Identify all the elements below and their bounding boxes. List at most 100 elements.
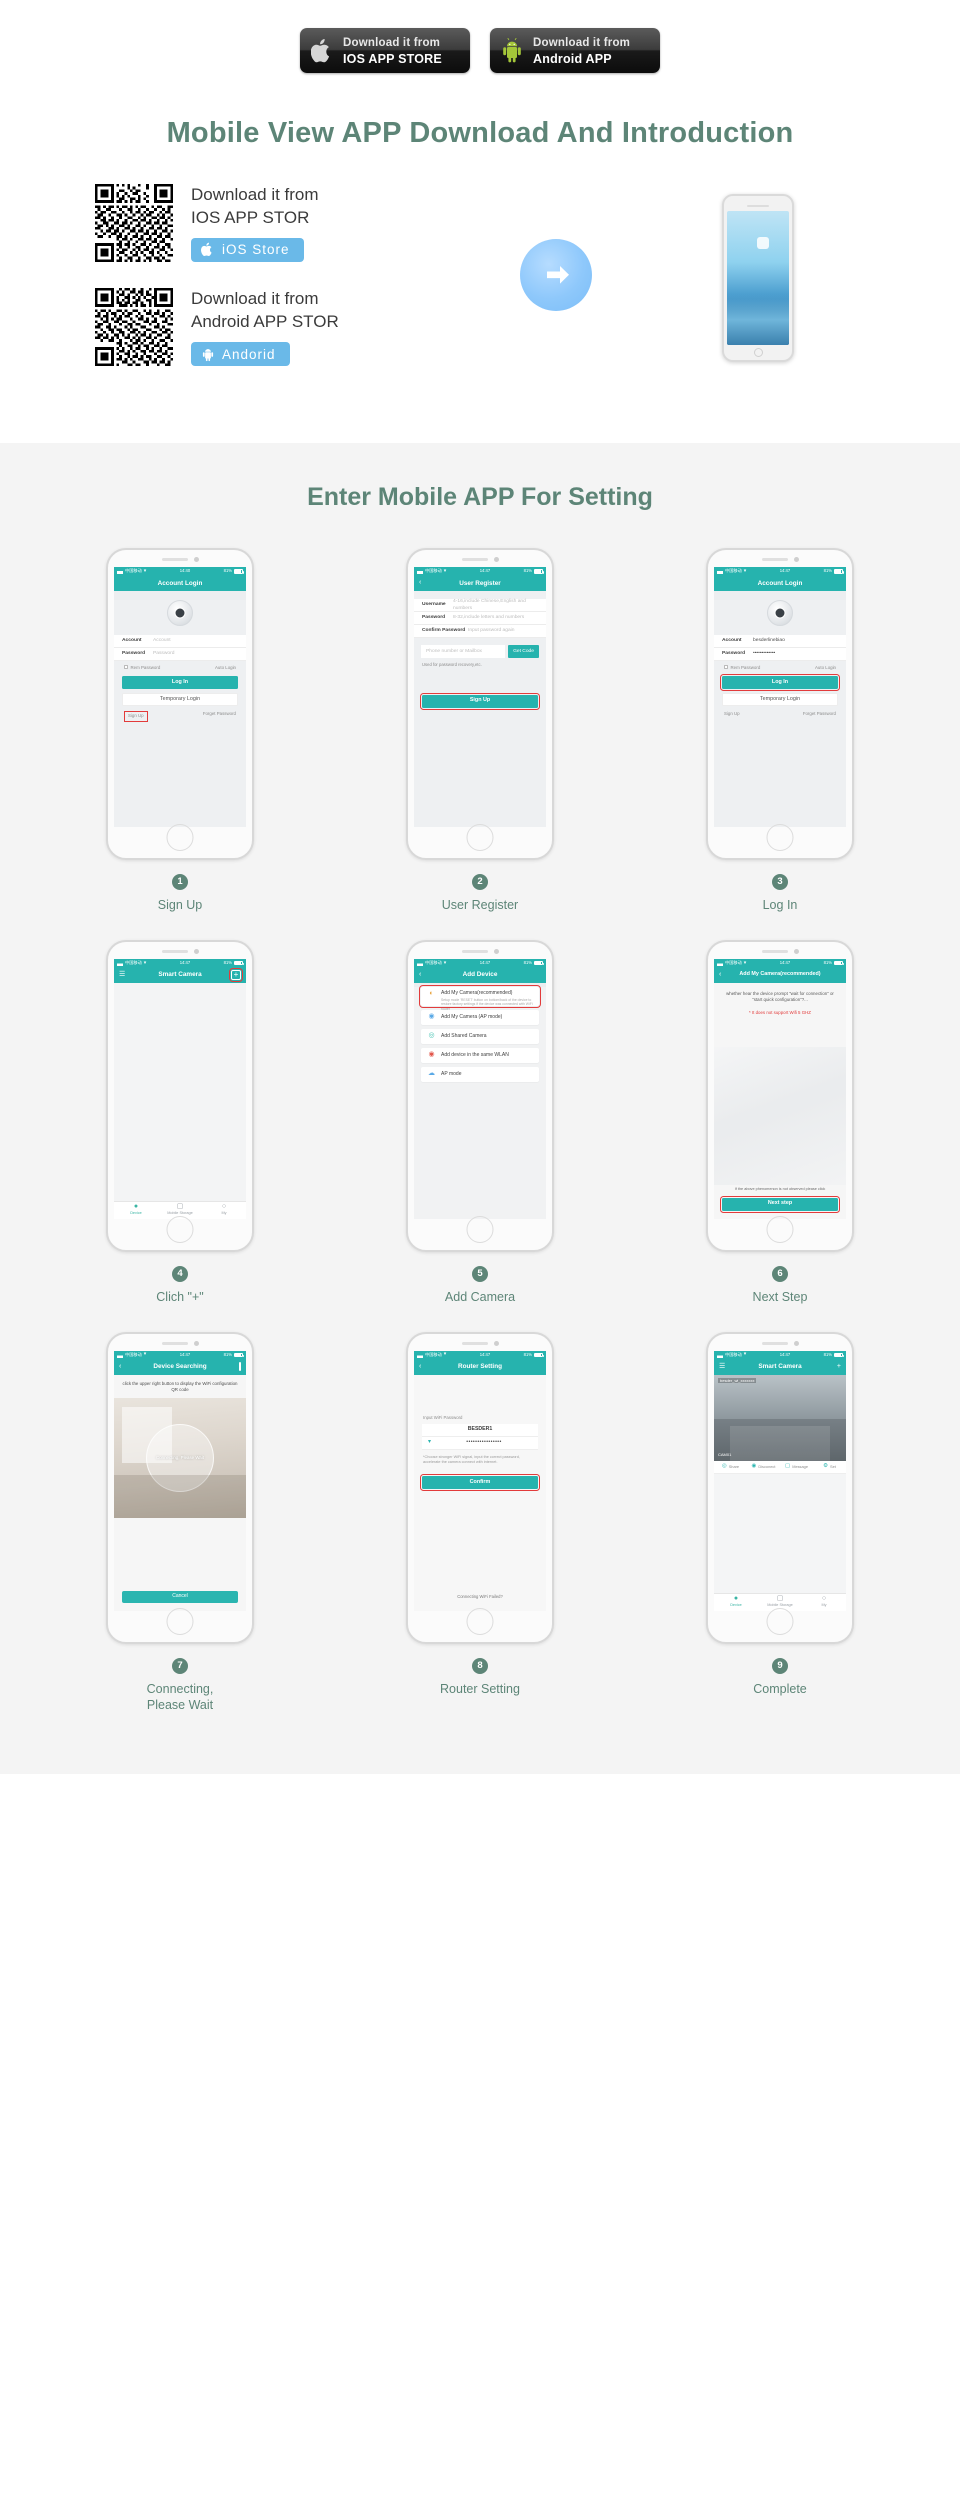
location-icon: ● [733,1595,739,1603]
action-set[interactable]: ⚙ Set [813,1461,846,1473]
ssid-value[interactable]: BESDER1 [422,1423,538,1437]
camera-icon [493,1340,499,1346]
username-field-row[interactable]: Username 4-16,include Chinese,English an… [414,599,546,612]
account-field-row[interactable]: Account Account [114,635,246,648]
home-button[interactable] [466,1607,494,1635]
back-icon[interactable]: ‹ [419,578,421,588]
auto-login-label[interactable]: Auto Login [215,665,236,671]
home-button[interactable] [466,1215,494,1243]
phone-top-hardware [408,556,552,562]
back-icon[interactable]: ‹ [719,970,721,980]
get-code-button[interactable]: Get Code [508,644,539,658]
step-cell-1: 中国移动 ▾ 14:40 81% Account Login Account A… [55,547,305,914]
ios-app-store-badge[interactable]: Download it from IOS APP STORE [300,28,470,73]
tab-my[interactable]: ○ My [802,1594,846,1611]
status-time: 14:47 [479,1351,491,1357]
wifi-band-warning: * It does not support Wifi 5 GHZ [749,1009,811,1015]
phone-mailbox-input[interactable]: Phone number or Mailbox [421,644,506,658]
password-input[interactable]: 8-32,include letters and numbers [453,614,538,621]
status-bar: 中国移动 ▾ 14:47 81% [714,566,846,576]
screen-body-6: whether hear the device prompt "wait for… [714,982,846,1219]
action-share[interactable]: ◎ Share [714,1461,747,1473]
home-button[interactable] [766,1215,794,1243]
account-input[interactable]: besderlinebiao [753,637,838,644]
confirm-button[interactable]: Confirm [420,1474,540,1492]
signal-icon [117,568,123,574]
password-field-row[interactable]: Password ••••••••••••• [714,648,846,661]
password-input[interactable]: Password [153,650,238,657]
tab-device[interactable]: ● Device [114,1202,158,1219]
action-message[interactable]: ▢ Message [780,1461,813,1473]
step-number-9: 9 [772,1657,788,1674]
wifi-hint: *Choose stronger WiFi signal, input the … [423,1454,520,1465]
temporary-login-button-3[interactable]: Temporary Login [722,693,838,707]
battery-percent: 81% [223,960,232,966]
forget-password-link[interactable]: Forget Password [203,711,236,721]
login-button-3[interactable]: Log In [720,674,840,692]
add-my-camera-label: Add My Camera(recommended) [441,989,513,996]
speaker-icon [161,557,188,561]
wifi-password-input[interactable]: •••••••••••••••• [436,1439,532,1447]
back-icon[interactable]: ‹ [419,970,421,980]
home-button[interactable] [166,1607,194,1635]
confirm-password-field-row[interactable]: Confirm Password Input password again [414,625,546,638]
action-disconnect[interactable]: ◉ Disconect [747,1461,780,1473]
account-field-row[interactable]: Account besderlinebiao [714,635,846,648]
signup-button[interactable]: Sign Up [420,692,540,710]
step-caption-7: Connecting, Please Wait [146,1681,214,1713]
remember-password-label: Rem Password [130,664,161,670]
battery-icon [234,960,244,966]
remember-password-checkbox[interactable]: Rem Password [724,665,760,671]
home-button[interactable] [166,1215,194,1243]
username-input[interactable]: 4-16,include Chinese,English and numbers [453,598,538,612]
forget-password-link[interactable]: Forget Password [803,711,836,717]
menu-icon[interactable]: ☰ [719,1362,725,1372]
ap-mode-row[interactable]: ☁ AP mode [421,1066,539,1082]
speaker-icon [761,949,788,953]
add-device-same-wlan-row[interactable]: ◉ Add device in the same WLAN [421,1047,539,1063]
nav-bar-2: ‹ User Register [414,575,546,591]
password-field-row[interactable]: Password 8-32,include letters and number… [414,612,546,625]
ap-mode-icon: ☁ [428,1070,435,1078]
remember-password-checkbox[interactable]: Rem Password [124,665,160,671]
plus-icon[interactable]: + [229,968,243,983]
phone-mockup-6: 中国移动 ▾ 14:47 81% ‹ Add My Camera(recommen… [706,939,854,1252]
tab-device[interactable]: ● Device [714,1594,758,1611]
qr-icon[interactable] [239,1361,241,1371]
camera-live-preview[interactable]: besder_wi_xxxxxxx CAM01 [714,1374,846,1461]
android-app-badge[interactable]: Download it from Android APP [490,28,660,73]
back-icon[interactable]: ‹ [119,1362,121,1372]
confirm-password-input[interactable]: Input password again [468,627,538,634]
home-button[interactable] [166,823,194,851]
action-disconnect-label: Disconect [758,1463,776,1469]
account-input[interactable]: Account [153,637,238,644]
wifi-password-input-row[interactable]: ▾ •••••••••••••••• [422,1436,538,1450]
ios-store-button[interactable]: iOS Store [191,237,304,262]
carrier-label: 中国移动 [425,568,442,574]
signup-link[interactable]: Sign Up [724,711,740,717]
android-icon [497,34,527,68]
signup-link[interactable]: Sign Up [124,711,148,722]
login-button-1[interactable]: Log In [122,676,238,690]
add-my-camera-row[interactable]: ◐ Add My Camera(recommended) Setup mode … [419,984,541,1011]
phone-top-hardware [108,1340,252,1346]
back-icon[interactable]: ‹ [419,1362,421,1372]
home-button[interactable] [766,823,794,851]
next-step-button[interactable]: Next step [720,1195,840,1213]
home-button[interactable] [766,1607,794,1635]
step-cell-5: 中国移动 ▾ 14:47 81% ‹ Add Device ◐ Add My C… [355,939,605,1306]
android-store-button[interactable]: Andorid [191,342,290,367]
temporary-login-button-1[interactable]: Temporary Login [122,693,238,707]
wifi-fail-link[interactable]: Connecting WiFi Failed? [414,1594,546,1600]
add-my-camera-sub: Setup mode 'RESET' button on bottom/back… [441,997,533,1012]
add-shared-camera-row[interactable]: ◎ Add Shared Camera [421,1028,539,1044]
home-button[interactable] [466,823,494,851]
tab-my[interactable]: ○ My [202,1202,246,1219]
cancel-button[interactable]: Cancel [122,1590,238,1603]
menu-icon[interactable]: ☰ [119,970,125,980]
password-field-row[interactable]: Password Password [114,648,246,661]
plus-icon[interactable]: + [837,1362,841,1372]
battery-percent: 81% [823,960,832,966]
auto-login-label[interactable]: Auto Login [815,665,836,671]
password-input[interactable]: ••••••••••••• [753,650,838,657]
